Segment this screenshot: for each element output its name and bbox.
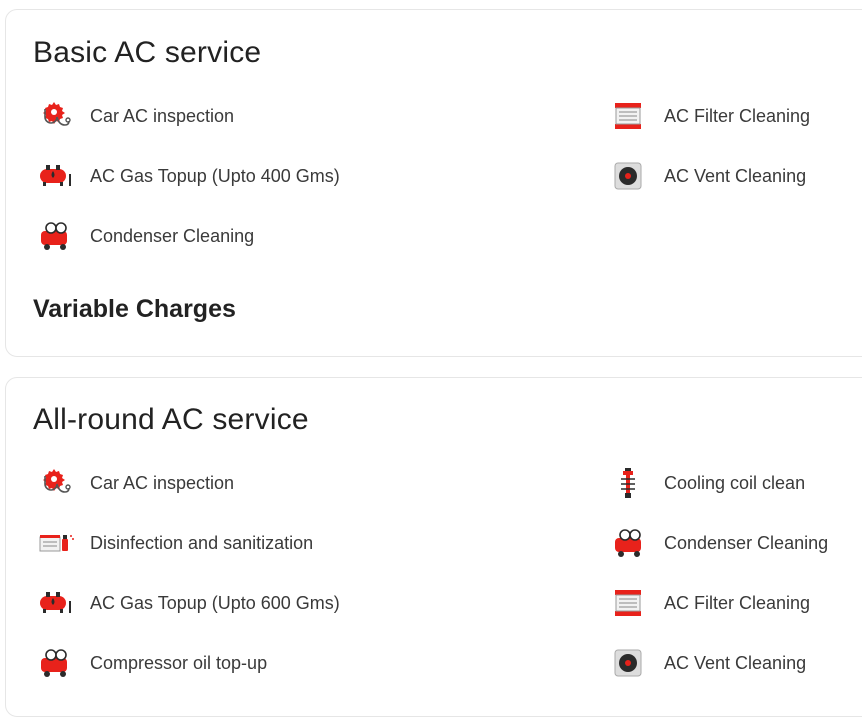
feature-label: AC Vent Cleaning: [664, 165, 807, 186]
feature-car-ac-inspection: Car AC inspection: [37, 99, 234, 133]
feature-label: Condenser Cleaning: [664, 532, 829, 553]
feature-label: Cooling coil clean: [664, 472, 806, 493]
basic-ac-service-card[interactable]: Basic AC service Car AC inspection AC Ga…: [5, 9, 862, 357]
compressor-icon: [611, 526, 651, 560]
feature-condenser-cleaning: Condenser Cleaning: [37, 219, 254, 253]
ac-vent-icon: [611, 646, 651, 680]
feature-compressor-oil-topup: Compressor oil top-up: [37, 646, 267, 680]
stethoscope-gear-icon: [37, 99, 77, 133]
feature-label: Condenser Cleaning: [90, 225, 255, 246]
cooling-coil-icon: [611, 466, 651, 500]
allround-ac-service-card[interactable]: All-round AC service Car AC inspection D…: [5, 377, 862, 717]
feature-label: AC Filter Cleaning: [664, 105, 811, 126]
feature-disinfection-sanitization: Disinfection and sanitization: [37, 526, 313, 560]
gas-cylinder-icon: [37, 586, 77, 620]
feature-label: AC Vent Cleaning: [664, 652, 807, 673]
ac-filter-icon: [611, 99, 651, 133]
feature-condenser-cleaning: Condenser Cleaning: [611, 526, 828, 560]
package-title: Basic AC service: [33, 36, 262, 69]
stethoscope-gear-icon: [37, 466, 77, 500]
compressor-icon: [37, 646, 77, 680]
feature-label: Compressor oil top-up: [90, 652, 268, 673]
sanitizer-spray-icon: [37, 526, 77, 560]
feature-label: Car AC inspection: [90, 472, 235, 493]
feature-ac-filter-cleaning: AC Filter Cleaning: [611, 586, 810, 620]
feature-label: Car AC inspection: [90, 105, 235, 126]
feature-ac-vent-cleaning: AC Vent Cleaning: [611, 159, 806, 193]
feature-ac-gas-topup: AC Gas Topup (Upto 600 Gms): [37, 586, 340, 620]
feature-car-ac-inspection: Car AC inspection: [37, 466, 234, 500]
feature-cooling-coil-clean: Cooling coil clean: [611, 466, 805, 500]
feature-ac-vent-cleaning: AC Vent Cleaning: [611, 646, 806, 680]
compressor-icon: [37, 219, 77, 253]
feature-label: Disinfection and sanitization: [90, 532, 314, 553]
feature-ac-filter-cleaning: AC Filter Cleaning: [611, 99, 810, 133]
gas-cylinder-icon: [37, 159, 77, 193]
variable-charges-heading: Variable Charges: [33, 295, 236, 323]
feature-label: AC Filter Cleaning: [664, 592, 811, 613]
package-title: All-round AC service: [33, 403, 309, 436]
feature-label: AC Gas Topup (Upto 400 Gms): [90, 165, 340, 186]
feature-label: AC Gas Topup (Upto 600 Gms): [90, 592, 340, 613]
feature-ac-gas-topup: AC Gas Topup (Upto 400 Gms): [37, 159, 340, 193]
ac-vent-icon: [611, 159, 651, 193]
ac-filter-icon: [611, 586, 651, 620]
